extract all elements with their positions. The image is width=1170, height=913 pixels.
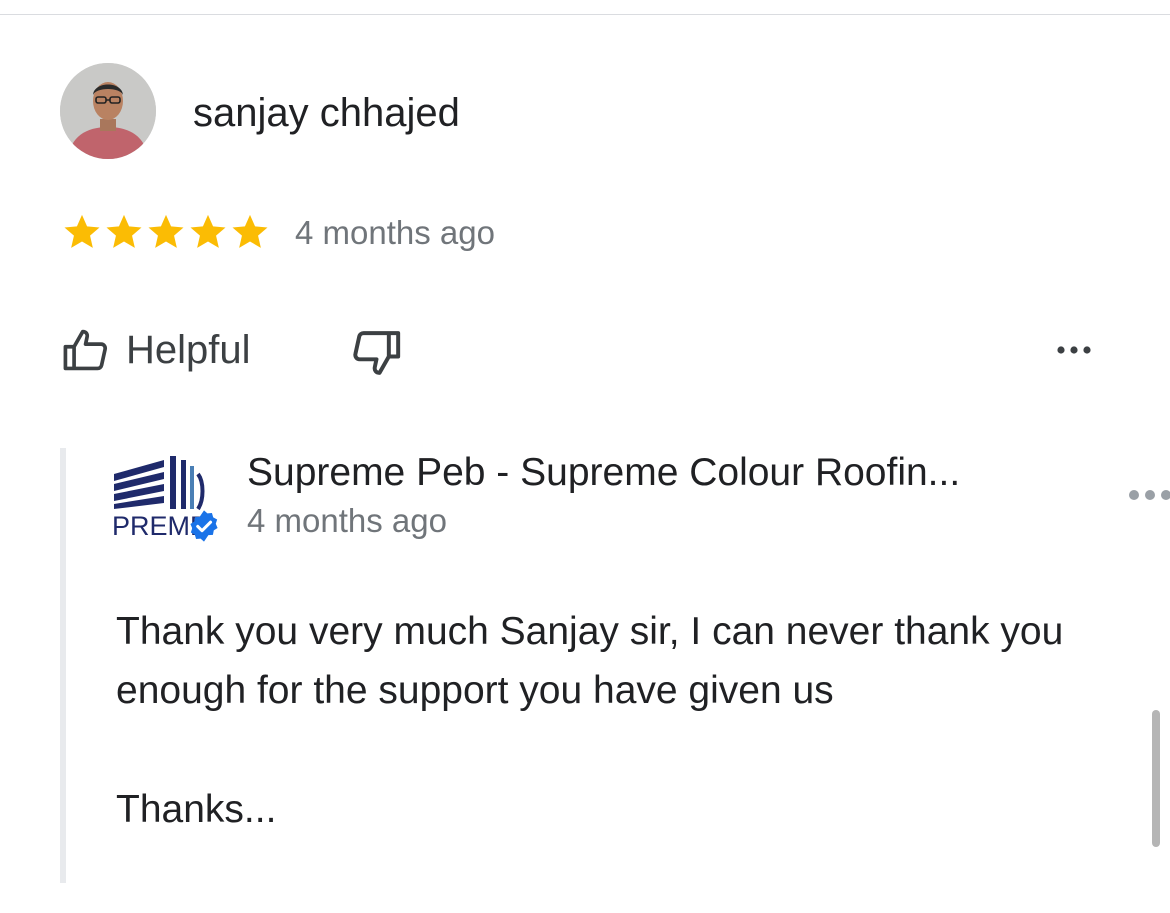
owner-logo[interactable]: PREME — [112, 452, 222, 542]
scrollbar-thumb[interactable] — [1152, 710, 1160, 847]
star-rating — [61, 211, 271, 253]
verified-badge-icon — [190, 510, 218, 542]
reviewer-name[interactable]: sanjay chhajed — [193, 89, 460, 137]
owner-reply-sign-off: Thanks... — [116, 788, 277, 831]
star-icon — [232, 214, 268, 248]
reviewer-avatar[interactable] — [60, 63, 156, 159]
reply-indent-bar — [60, 448, 66, 883]
owner-name[interactable]: Supreme Peb - Supreme Colour Roofin... — [247, 449, 960, 497]
reviewer-avatar-image — [60, 63, 156, 159]
review-time: 4 months ago — [295, 214, 495, 251]
thumbs-down-icon — [353, 331, 401, 375]
star-icon — [106, 214, 142, 248]
owner-reply-text: Thank you very much Sanjay sir, I can ne… — [116, 602, 1126, 720]
owner-reply-body: Thank you very much Sanjay sir, I can ne… — [116, 610, 1064, 712]
top-divider — [0, 14, 1170, 15]
more-horizontal-icon — [1057, 346, 1091, 354]
helpful-label: Helpful — [126, 327, 251, 372]
star-icon — [190, 214, 226, 248]
helpful-button[interactable]: Helpful — [60, 320, 251, 380]
owner-reply-more-options-button[interactable] — [1124, 485, 1170, 505]
not-helpful-button[interactable] — [348, 325, 404, 381]
star-icon — [148, 214, 184, 248]
star-icon — [64, 214, 100, 248]
review-more-options-button[interactable] — [1050, 335, 1098, 365]
owner-reply-time: 4 months ago — [247, 502, 447, 539]
more-horizontal-icon — [1129, 490, 1170, 500]
thumbs-up-icon — [63, 329, 108, 371]
